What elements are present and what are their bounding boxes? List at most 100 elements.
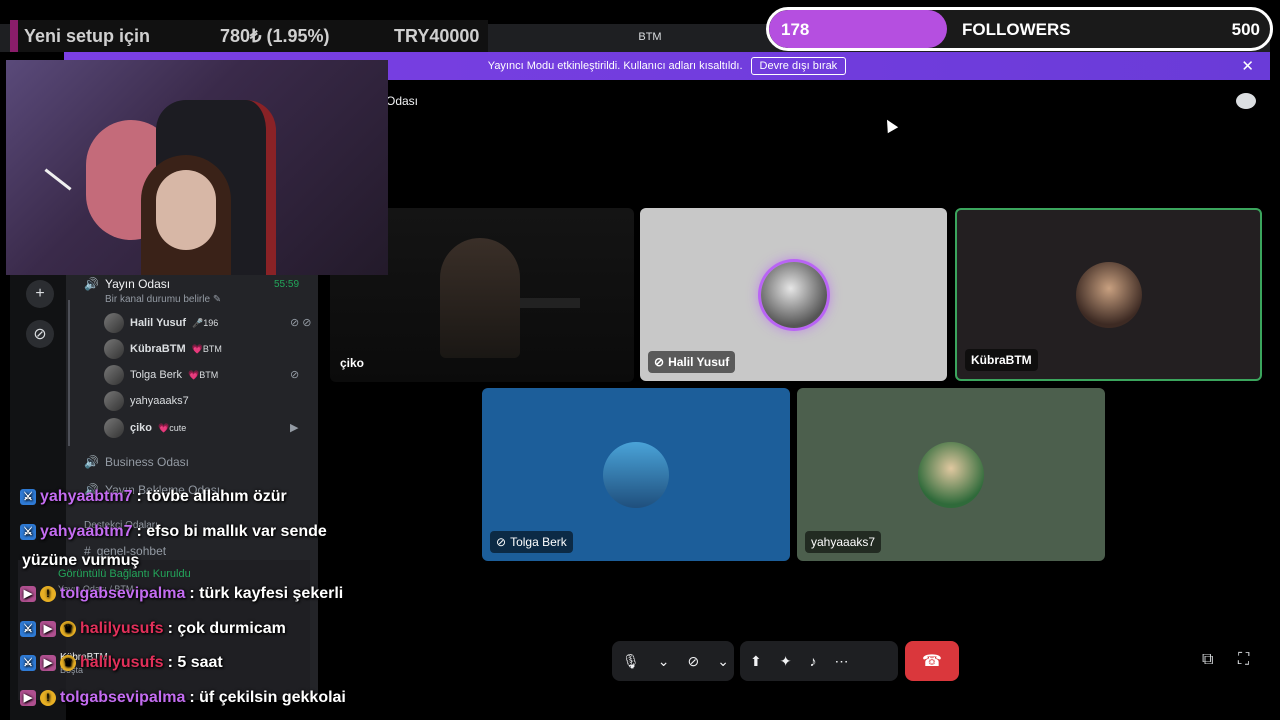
camera-off-icon[interactable]: ⊘ [688, 653, 700, 670]
popout-icon[interactable]: ⧉ [1202, 651, 1213, 669]
disconnect-button[interactable]: ☎ [905, 641, 959, 681]
chat-text: : türk kayfesi şekerli [189, 585, 344, 602]
prime-badge-icon: ▶ [20, 690, 36, 706]
chat-message: ⚔ yahyaabtm7 : efso bi mallık var sende [20, 523, 327, 541]
chat-text: : tövbe allahım özür [136, 488, 287, 505]
prime-badge-icon: ▶ [40, 621, 56, 637]
cigarette [44, 168, 72, 191]
voice-channel-status[interactable]: Bir kanal durumu belirle ✎ [105, 294, 221, 305]
disable-streamer-mode-button[interactable]: Devre dışı bırak [750, 57, 847, 75]
chat-message: ⚔ ▶ ♛ halilyusufs : 5 saat [20, 654, 223, 672]
speaker-icon: 🔊 [84, 277, 99, 291]
voice-timer: 55:59 [274, 278, 300, 290]
follower-goal: 500 [1231, 20, 1260, 39]
follower-count: 178 [781, 20, 810, 39]
voice-user-tag: 🎤196 [192, 317, 219, 328]
tile-label: KübraBTM [965, 349, 1038, 371]
donation-goal-ticker: Yeni setup için 780₺ (1.95%) TRY40000 [10, 20, 488, 52]
tile-label: yahyaaaks7 [805, 531, 882, 553]
follower-label: FOLLOWERS [962, 20, 1071, 39]
avatar [104, 339, 124, 359]
voice-user[interactable]: Tolga Berk 💗BTM [104, 365, 218, 385]
voice-user[interactable]: çiko 💗cute [104, 418, 186, 438]
mouse-cursor [881, 116, 899, 134]
voice-user-tag: 💗cute [158, 422, 187, 433]
avatar [603, 441, 669, 508]
chat-message: ▶ ! tolgabsevipalma : türk kayfesi şeker… [20, 585, 343, 603]
voice-connector-line [68, 300, 70, 446]
voice-user-name: Halil Yusuf [130, 317, 187, 329]
voice-user-name: Tolga Berk [130, 369, 182, 381]
video-tile-kubra[interactable]: KübraBTM [955, 208, 1262, 381]
voice-user[interactable]: KübraBTM 💗BTM [104, 339, 222, 359]
chat-user: tolgabsevipalma [60, 585, 186, 602]
chat-text: : çok durmicam [167, 620, 286, 637]
tile-label: çiko [340, 356, 365, 370]
explore-icon[interactable]: ⊘ [26, 320, 54, 348]
sub-badge-icon: ⚔ [20, 489, 36, 505]
audio-video-controls: 🎙 ⌄ ⊘ ⌄ [612, 641, 734, 681]
avatar [104, 313, 124, 333]
muted-icons: ⊘ ⊘ [290, 317, 312, 329]
webcam-person [440, 238, 520, 358]
voice-channel-business[interactable]: 🔊 Business Odası [84, 455, 189, 469]
chevron-down-icon[interactable]: ⌄ [717, 653, 729, 670]
chat-text: : üf çekilsin gekkolai [189, 689, 346, 706]
video-tile-tolga[interactable]: ⊘ Tolga Berk [482, 388, 790, 561]
speaker-icon: 🔊 [84, 455, 99, 469]
avatar [918, 441, 984, 508]
chat-bubble-icon[interactable] [1236, 93, 1256, 109]
sub-badge-icon: ⚔ [20, 524, 36, 540]
voice-user[interactable]: Halil Yusuf 🎤196 [104, 313, 218, 333]
crown-badge-icon: ♛ [60, 621, 76, 637]
goal-progress: 780₺ (1.95%) [220, 25, 330, 46]
voice-user[interactable]: yahyaaaks7 [104, 391, 189, 411]
channel-name: Business Odası [104, 455, 189, 469]
chat-message: ⚔ ▶ ♛ halilyusufs : çok durmicam [20, 620, 286, 638]
prime-badge-icon: ▶ [20, 586, 36, 602]
tile-label: ⊘ Halil Yusuf [648, 351, 736, 373]
chat-text: : 5 saat [167, 654, 223, 671]
sub-badge-icon: ⚔ [20, 655, 36, 671]
banner-text: Yayıncı Modu etkinleştirildi. Kullanıcı … [487, 60, 743, 72]
chat-user: yahyaabtm7 [40, 523, 133, 540]
video-tile-halil[interactable]: ⊘ Halil Yusuf [640, 208, 947, 381]
close-icon[interactable]: ✕ [1241, 57, 1254, 75]
prime-badge-icon: ▶ [40, 655, 56, 671]
more-icon[interactable]: ⋯ [834, 653, 848, 670]
microphone-icon[interactable]: 🎙 [622, 653, 640, 670]
chevron-down-icon[interactable]: ⌄ [658, 653, 670, 670]
warning-badge-icon: ! [40, 586, 56, 602]
voice-user-name: KübraBTM [130, 343, 186, 355]
camera-off-icon: ⊘ [654, 355, 665, 369]
chat-text-continuation: yüzüne vurmuş [22, 552, 140, 569]
avatar [760, 261, 827, 328]
fullscreen-icon[interactable]: ⛶ [1238, 651, 1249, 669]
voice-user-name: çiko [130, 422, 153, 434]
share-screen-icon[interactable]: ⬆ [750, 653, 762, 670]
goal-label: Yeni setup için [24, 25, 151, 46]
video-tile-yahya[interactable]: yahyaaaks7 [797, 388, 1105, 561]
deafened-icon: ⊘ [496, 535, 507, 549]
avatar [1075, 261, 1142, 328]
tile-name: Halil Yusuf [668, 355, 730, 369]
avatar [104, 391, 124, 411]
voice-user-tag: 💗BTM [187, 369, 219, 380]
deafened-icon: ⊘ [290, 369, 300, 381]
ticker-accent [10, 20, 18, 52]
chat-user: halilyusufs [80, 620, 164, 637]
follower-goal-bar: 178 FOLLOWERS 500 [766, 7, 1273, 51]
warning-badge-icon: ! [40, 690, 56, 706]
chat-message: ▶ ! tolgabsevipalma : üf çekilsin gekkol… [20, 689, 346, 707]
tile-name: Tolga Berk [510, 535, 567, 549]
chat-text: : efso bi mallık var sende [136, 523, 327, 540]
avatar [104, 418, 124, 438]
goal-target: TRY40000 [394, 25, 480, 46]
activities-icon[interactable]: ✦ [780, 653, 792, 670]
soundboard-icon[interactable]: ♪ [809, 653, 816, 669]
streamer-face [156, 170, 216, 250]
call-actions: ⬆ ✦ ♪ ⋯ [740, 641, 898, 681]
add-server-icon[interactable]: + [26, 280, 54, 308]
avatar [104, 365, 124, 385]
voice-channel-yayin[interactable]: 🔊 Yayın Odası 55:59 [84, 277, 299, 291]
